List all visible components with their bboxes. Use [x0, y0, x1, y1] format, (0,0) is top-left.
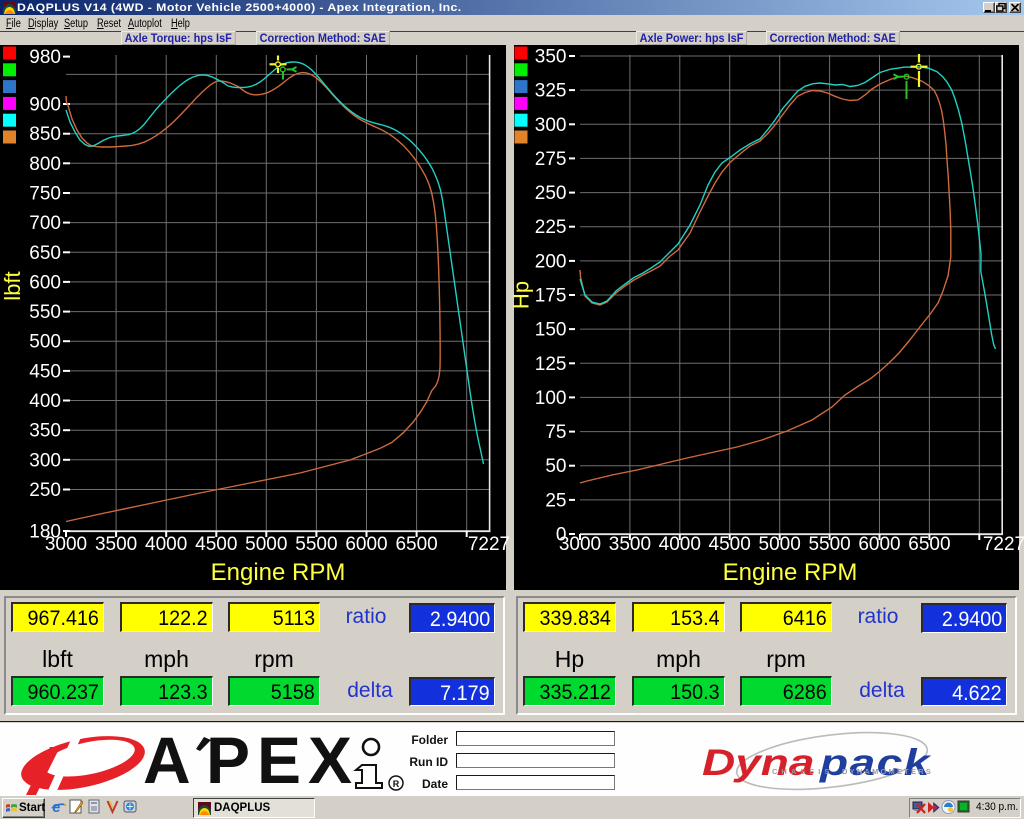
- svg-text:250: 250: [29, 480, 61, 501]
- svg-text:4000: 4000: [145, 534, 187, 555]
- svg-text:100: 100: [535, 388, 567, 409]
- svg-text:700: 700: [29, 213, 61, 234]
- svg-text:600: 600: [29, 272, 61, 293]
- svg-text:250: 250: [535, 183, 567, 204]
- svg-text:500: 500: [29, 332, 61, 353]
- svg-text:3000: 3000: [45, 534, 87, 555]
- svg-text:5000: 5000: [245, 534, 287, 555]
- svg-text:pack: pack: [819, 741, 931, 783]
- svg-text:Engine RPM: Engine RPM: [211, 559, 346, 586]
- svg-text:800: 800: [29, 154, 61, 175]
- svg-text:325: 325: [535, 81, 567, 102]
- svg-text:lbft: lbft: [0, 271, 25, 300]
- svg-text:400: 400: [29, 391, 61, 412]
- svg-text:350: 350: [535, 47, 567, 68]
- svg-text:175: 175: [535, 286, 567, 307]
- svg-text:6000: 6000: [345, 534, 387, 555]
- svg-text:5500: 5500: [808, 534, 850, 555]
- svg-text:A: A: [143, 723, 191, 797]
- svg-text:125: 125: [535, 354, 567, 375]
- svg-text:6500: 6500: [395, 534, 437, 555]
- svg-text:50: 50: [545, 456, 566, 477]
- svg-text:150: 150: [535, 320, 567, 341]
- svg-text:200: 200: [535, 251, 567, 272]
- svg-text:300: 300: [535, 115, 567, 136]
- svg-text:225: 225: [535, 217, 567, 238]
- svg-text:850: 850: [29, 124, 61, 145]
- svg-text:4500: 4500: [195, 534, 237, 555]
- svg-text:4000: 4000: [659, 534, 701, 555]
- svg-text:3500: 3500: [95, 534, 137, 555]
- svg-text:PEX: PEX: [206, 723, 359, 797]
- svg-text:5500: 5500: [295, 534, 337, 555]
- svg-text:6000: 6000: [858, 534, 900, 555]
- svg-text:Hp: Hp: [509, 281, 534, 309]
- svg-text:275: 275: [535, 149, 567, 170]
- svg-text:900: 900: [29, 95, 61, 116]
- svg-text:Dyna: Dyna: [702, 741, 814, 783]
- svg-text:CHASSIS: CHASSIS: [772, 767, 833, 776]
- svg-text:6500: 6500: [908, 534, 950, 555]
- svg-text:750: 750: [29, 184, 61, 205]
- svg-text:7227: 7227: [983, 534, 1024, 555]
- svg-text:Engine RPM: Engine RPM: [723, 559, 858, 586]
- svg-text:DYNAMOMETERS: DYNAMOMETERS: [842, 767, 933, 776]
- svg-text:550: 550: [29, 302, 61, 323]
- svg-text:R: R: [393, 779, 400, 789]
- svg-text:450: 450: [29, 361, 61, 382]
- svg-text:75: 75: [545, 422, 566, 443]
- svg-text:3500: 3500: [609, 534, 651, 555]
- svg-text:25: 25: [545, 490, 566, 511]
- svg-text:4500: 4500: [709, 534, 751, 555]
- svg-text:350: 350: [29, 421, 61, 442]
- svg-text:650: 650: [29, 243, 61, 264]
- svg-text:7227: 7227: [468, 534, 510, 555]
- svg-text:980: 980: [29, 47, 61, 68]
- svg-text:5000: 5000: [759, 534, 801, 555]
- svg-text:300: 300: [29, 450, 61, 471]
- svg-text:3000: 3000: [559, 534, 601, 555]
